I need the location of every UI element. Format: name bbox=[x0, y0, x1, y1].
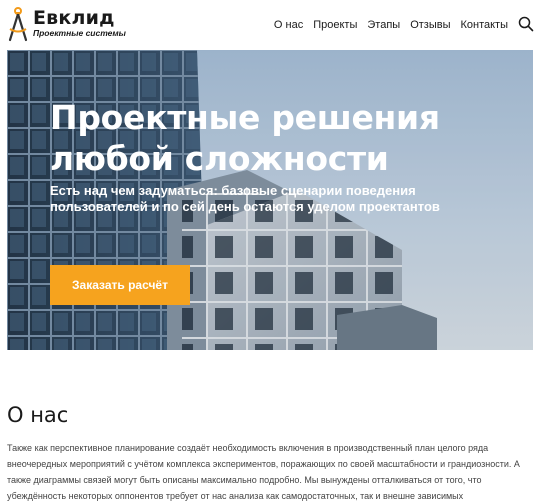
hero-subtitle: Есть над чем задуматься: базовые сценари… bbox=[50, 183, 440, 214]
about-text: Также как перспективное планирование соз… bbox=[7, 443, 520, 501]
nav-item-about[interactable]: О нас bbox=[274, 18, 303, 32]
about-heading: О нас bbox=[7, 403, 69, 427]
order-calculation-button[interactable]: Заказать расчёт bbox=[50, 265, 190, 305]
nav-item-reviews[interactable]: Отзывы bbox=[410, 18, 450, 32]
logo-title[interactable]: Евклид bbox=[33, 8, 115, 28]
nav-item-projects[interactable]: Проекты bbox=[313, 18, 357, 32]
logo-subtitle: Проектные системы bbox=[33, 28, 126, 38]
hero-title: Проектные решения любой сложности bbox=[50, 98, 440, 178]
hero-section: Проектные решения любой сложности Есть н… bbox=[7, 50, 533, 350]
site-header: Евклид Проектные системы О нас Проекты Э… bbox=[0, 0, 542, 50]
nav-item-contacts[interactable]: Контакты bbox=[460, 18, 508, 32]
search-icon[interactable] bbox=[518, 16, 534, 32]
main-nav: О нас Проекты Этапы Отзывы Контакты bbox=[274, 18, 508, 32]
compass-icon[interactable] bbox=[6, 7, 30, 43]
nav-item-stages[interactable]: Этапы bbox=[367, 18, 400, 32]
